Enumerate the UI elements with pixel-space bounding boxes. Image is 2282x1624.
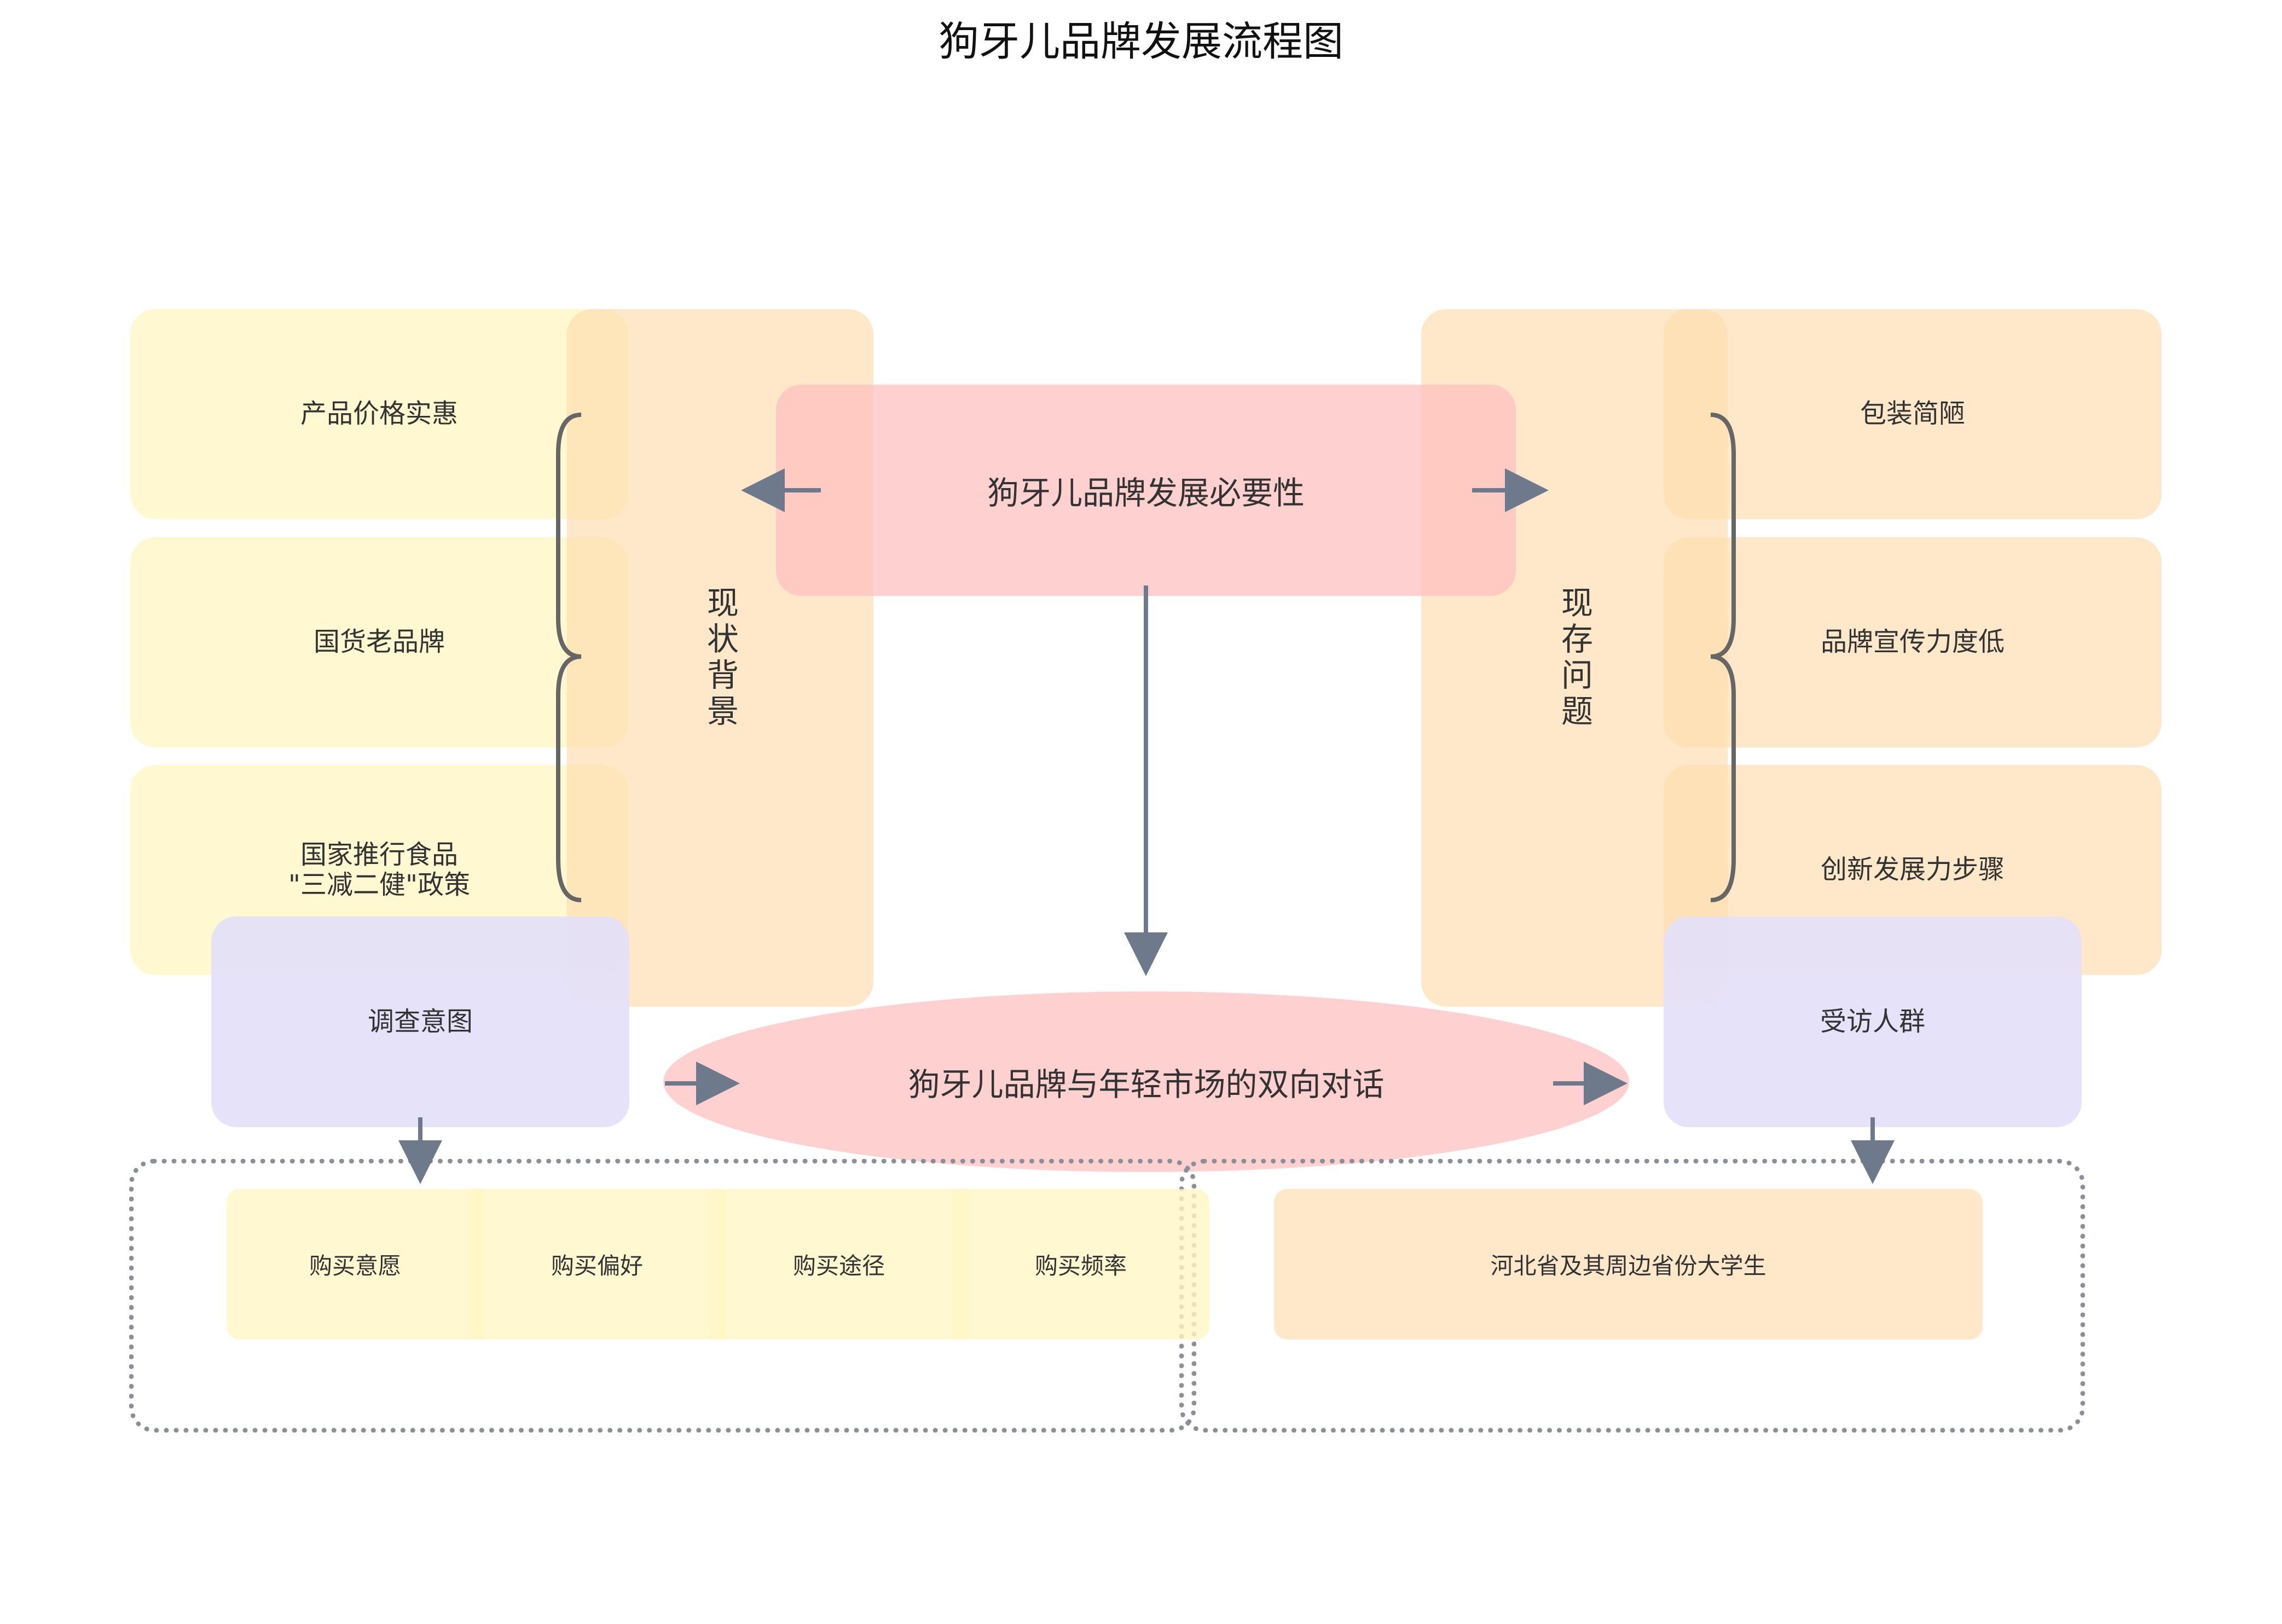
connectors-layer xyxy=(398,413,1895,1184)
right-brace xyxy=(1710,413,1736,902)
left-brace xyxy=(556,413,582,902)
